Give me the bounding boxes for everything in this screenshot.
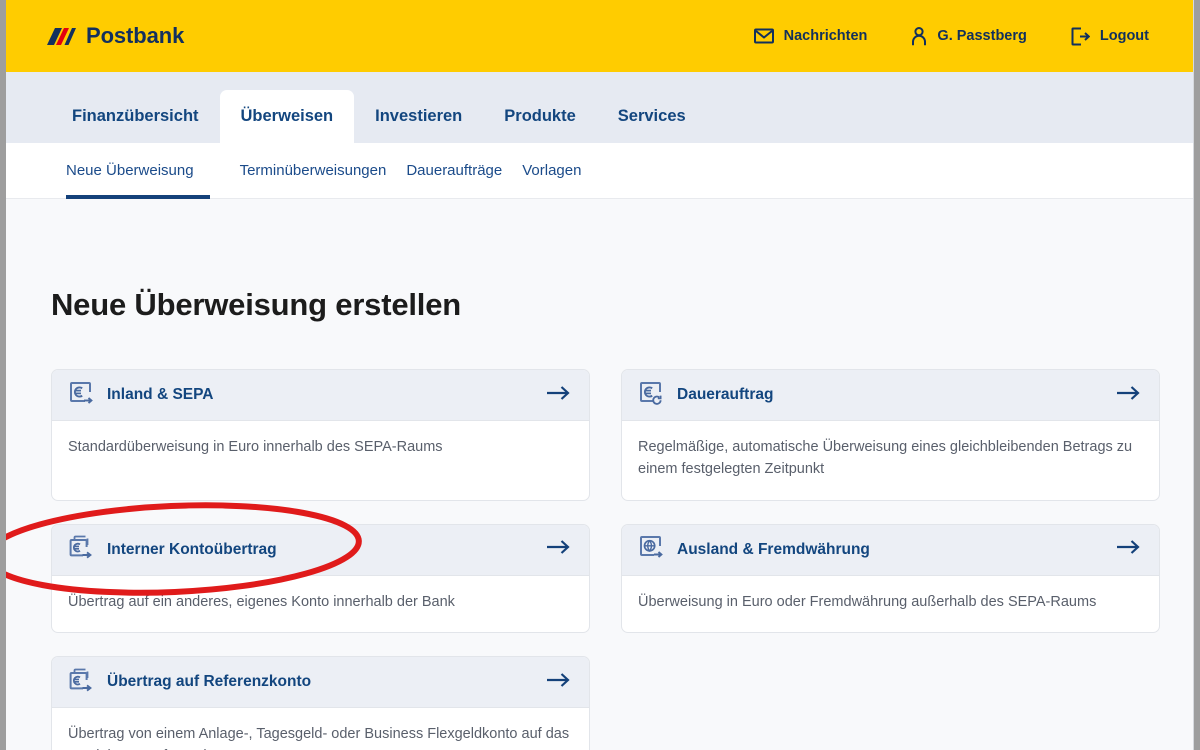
- transfer-card-dauerauftrag[interactable]: Dauerauftrag Regelmäßige, automatische Ü…: [621, 369, 1160, 501]
- transfer-card-title: Ausland & Fremdwährung: [677, 540, 870, 558]
- transfer-card-description: Übertrag auf ein anderes, eigenes Konto …: [68, 593, 455, 610]
- subtab-neue-ueberweisung[interactable]: Neue Überweisung: [66, 143, 210, 199]
- nav-tab-finanzuebersicht[interactable]: Finanzübersicht: [51, 90, 220, 143]
- subtab-dauerauftraege[interactable]: Daueraufträge: [406, 143, 502, 199]
- page-title: Neue Überweisung erstellen: [51, 287, 461, 322]
- brand-logo-group[interactable]: Postbank: [45, 23, 184, 49]
- transfer-card-title: Dauerauftrag: [677, 386, 774, 403]
- logout-icon: [1071, 27, 1090, 46]
- transfer-card-description: Standardüberweisung in Euro innerhalb de…: [68, 439, 443, 455]
- header-link-logout[interactable]: Logout: [1071, 27, 1149, 46]
- transfer-card-header: Übertrag auf Referenzkonto: [52, 657, 589, 709]
- euro-internal-transfer-icon: [68, 667, 94, 698]
- header-link-user-label: G. Passtberg: [937, 28, 1027, 44]
- nav-tab-ueberweisen[interactable]: Überweisen: [219, 90, 355, 143]
- arrow-right-icon[interactable]: [1116, 385, 1140, 406]
- euro-transfer-icon: [68, 380, 94, 411]
- header-link-messages-label: Nachrichten: [783, 28, 868, 44]
- site-header: Postbank Nachrichten G. Passtberg Logout: [6, 0, 1193, 72]
- transfer-type-grid: Inland & SEPA Standardüberweisung in Eur…: [51, 369, 1160, 750]
- transfer-card-description: Überweisung in Euro oder Fremdwährung au…: [638, 593, 1097, 610]
- header-link-logout-label: Logout: [1099, 28, 1149, 44]
- user-icon: [911, 26, 927, 46]
- transfer-card-ausland-fremdwaehrung[interactable]: Ausland & Fremdwährung Überweisung in Eu…: [621, 523, 1160, 634]
- transfer-card-header: Inland & SEPA: [52, 370, 589, 421]
- transfer-card-title: Interner Kontoübertrag: [107, 540, 277, 558]
- euro-internal-transfer-icon: [68, 534, 94, 565]
- transfer-card-header: Ausland & Fremdwährung: [622, 524, 1159, 576]
- envelope-icon: [753, 28, 774, 44]
- transfer-card-title: Übertrag auf Referenzkonto: [107, 673, 312, 691]
- transfer-card-interner-kontouebertrag[interactable]: Interner Kontoübertrag Übertrag auf ein …: [51, 523, 590, 634]
- arrow-right-icon[interactable]: [546, 672, 570, 693]
- transfer-card-inland-sepa[interactable]: Inland & SEPA Standardüberweisung in Eur…: [51, 369, 590, 501]
- secondary-nav: Neue Überweisung Terminüberweisungen Dau…: [6, 143, 1193, 199]
- transfer-card-title: Inland & SEPA: [107, 386, 214, 403]
- header-link-user[interactable]: G. Passtberg: [911, 26, 1027, 46]
- arrow-right-icon[interactable]: [1116, 539, 1140, 560]
- nav-tab-produkte[interactable]: Produkte: [483, 90, 597, 143]
- globe-transfer-icon: [638, 534, 664, 565]
- arrow-right-icon[interactable]: [546, 539, 570, 560]
- nav-tab-services[interactable]: Services: [597, 90, 707, 143]
- subtab-terminueberweisungen[interactable]: Terminüberweisungen: [240, 143, 387, 199]
- transfer-card-header: Dauerauftrag: [622, 370, 1159, 421]
- primary-nav: Finanzübersicht Überweisen Investieren P…: [6, 72, 1193, 143]
- header-link-messages[interactable]: Nachrichten: [753, 28, 868, 44]
- transfer-card-description: Übertrag von einem Anlage-, Tagesgeld- o…: [68, 726, 570, 750]
- transfer-card-header: Interner Kontoübertrag: [52, 524, 589, 576]
- main-content: Neue Überweisung erstellen Inland & SEPA…: [6, 199, 1193, 750]
- arrow-right-icon[interactable]: [546, 385, 570, 406]
- euro-recurring-icon: [638, 380, 664, 411]
- header-actions: Nachrichten G. Passtberg Logout: [753, 26, 1171, 46]
- subtab-vorlagen[interactable]: Vorlagen: [522, 143, 581, 199]
- nav-tab-investieren[interactable]: Investieren: [354, 90, 483, 143]
- postbank-logo-icon: [47, 27, 76, 45]
- transfer-card-description: Regelmäßige, automatische Überweisung ei…: [638, 439, 1133, 477]
- transfer-card-uebertrag-referenzkonto[interactable]: Übertrag auf Referenzkonto Übertrag von …: [51, 656, 590, 750]
- browser-viewport: Postbank Nachrichten G. Passtberg Logout…: [6, 0, 1194, 750]
- brand-name: Postbank: [86, 23, 185, 48]
